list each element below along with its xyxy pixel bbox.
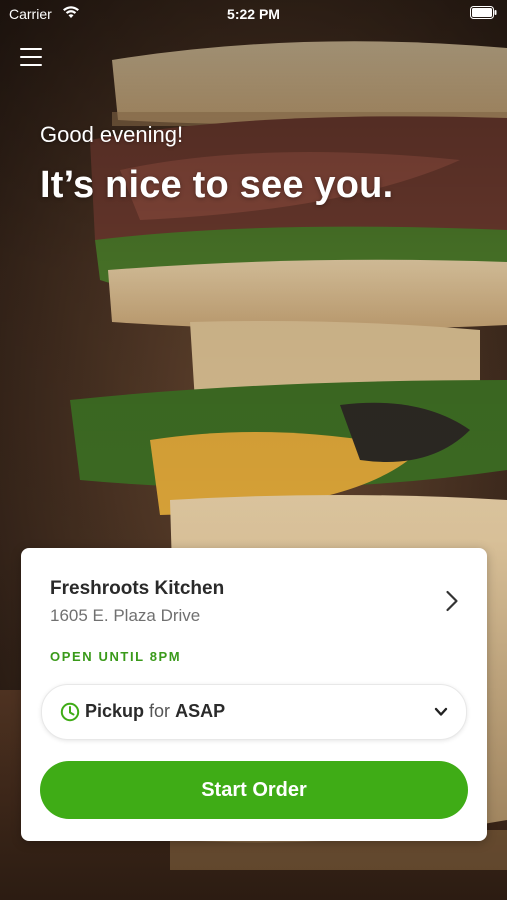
status-time: 5:22 PM xyxy=(227,6,280,22)
order-card: Freshroots Kitchen 1605 E. Plaza Drive O… xyxy=(21,548,487,841)
home-screen: Carrier 5:22 PM Good evening! It’s nice … xyxy=(0,0,507,900)
store-hours: OPEN UNTIL 8PM xyxy=(50,649,182,664)
order-mode-type: Pickup xyxy=(85,701,145,721)
chevron-down-icon xyxy=(434,707,448,716)
location-selector[interactable]: Freshroots Kitchen 1605 E. Plaza Drive xyxy=(21,548,487,638)
hamburger-menu-icon[interactable] xyxy=(20,48,42,68)
clock-icon xyxy=(60,702,80,722)
greeting-text: Good evening! xyxy=(40,122,184,147)
order-mode-text: Pickup for ASAP xyxy=(85,701,225,722)
order-mode-connector: for xyxy=(149,701,171,721)
status-bar: Carrier 5:22 PM xyxy=(0,0,507,28)
welcome-headline: It’s nice to see you. xyxy=(40,164,394,206)
start-order-button[interactable]: Start Order xyxy=(40,761,468,819)
order-mode-dropdown[interactable]: Pickup for ASAP xyxy=(41,684,467,740)
chevron-right-icon xyxy=(446,590,458,612)
battery-icon xyxy=(470,6,497,19)
store-name: Freshroots Kitchen xyxy=(50,578,225,599)
store-address: 1605 E. Plaza Drive xyxy=(50,606,201,625)
order-mode-time: ASAP xyxy=(175,701,226,721)
